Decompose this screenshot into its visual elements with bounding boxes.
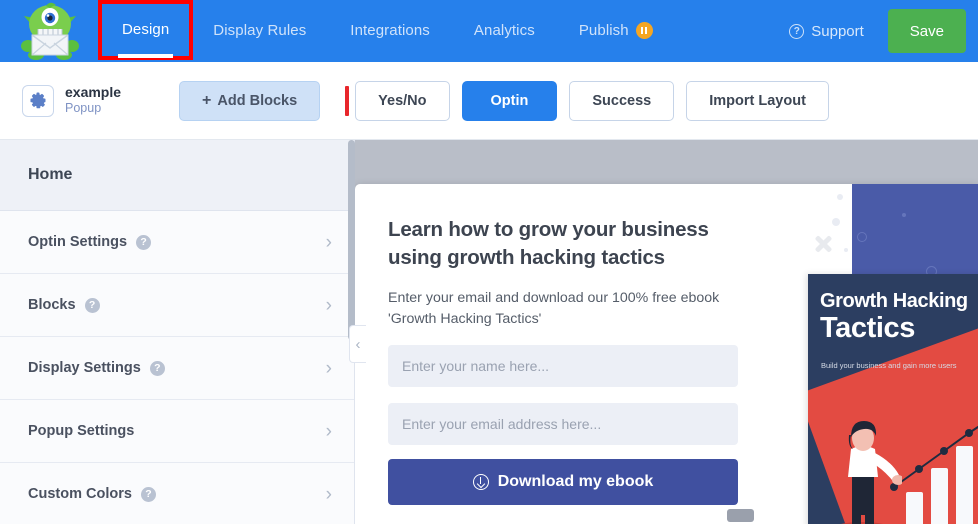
- nav-right-group: ? Support Save: [789, 0, 978, 62]
- preview-canvas: Learn how to grow your business using gr…: [355, 140, 978, 524]
- popup-subtext: Enter your email and download our 100% f…: [388, 290, 720, 327]
- sidebar-item-blocks-label: Blocks: [28, 297, 76, 313]
- sidebar-item-home[interactable]: Home: [0, 140, 354, 211]
- close-x-icon[interactable]: [813, 234, 833, 254]
- nav-tab-publish-label: Publish: [578, 22, 629, 39]
- chevron-right-icon: ›: [325, 294, 332, 316]
- gear-icon-glyph: [29, 92, 45, 109]
- chevron-right-icon: ›: [325, 420, 332, 442]
- download-cta-button[interactable]: Download my ebook: [388, 458, 738, 505]
- support-label: Support: [811, 22, 864, 40]
- decorative-ring: [857, 232, 867, 242]
- ebook-chart-bar: [906, 492, 923, 524]
- view-tab-optin[interactable]: Optin: [461, 80, 558, 121]
- sidebar-item-custom-colors-label: Custom Colors: [28, 486, 132, 502]
- chevron-left-icon: ‹: [355, 335, 361, 353]
- chevron-right-icon: ›: [325, 357, 332, 379]
- decorative-dot: [902, 213, 906, 217]
- help-icon[interactable]: ?: [149, 360, 165, 376]
- app-root: Design Display Rules Integrations Analyt…: [0, 0, 978, 524]
- add-blocks-button[interactable]: + Add Blocks: [179, 80, 321, 121]
- help-icon[interactable]: ?: [140, 486, 156, 502]
- sidebar-item-optin-settings-label: Optin Settings: [28, 234, 128, 250]
- decorative-dot: [837, 194, 843, 200]
- top-navigation-bar: Design Display Rules Integrations Analyt…: [0, 0, 978, 62]
- ebook-title-line2: Tactics: [820, 312, 915, 344]
- help-icon[interactable]: ?: [136, 234, 152, 250]
- nav-tab-display-rules-label: Display Rules: [213, 22, 307, 39]
- sidebar-item-popup-settings-label: Popup Settings: [28, 423, 135, 439]
- chevron-right-icon: ›: [325, 483, 332, 505]
- ebook-person-illustration-icon: [841, 421, 902, 524]
- decorative-blue-panel: [852, 184, 978, 280]
- chevron-right-icon: ›: [325, 231, 332, 253]
- canvas-horizontal-scrollbar[interactable]: [727, 509, 754, 522]
- toolbar-actions: + Add Blocks Yes/No Optin Success Import…: [179, 80, 829, 121]
- ebook-title: Growth Hacking Tactics: [820, 290, 978, 345]
- view-switcher: Yes/No Optin Success Import Layout: [345, 80, 829, 121]
- nav-tab-design-label: Design: [122, 20, 170, 38]
- download-circle-icon: [472, 473, 489, 490]
- campaign-text-group: example Popup: [65, 84, 121, 117]
- sidebar-item-optin-settings[interactable]: Optin Settings ? ›: [0, 211, 354, 274]
- plus-icon: +: [202, 91, 212, 109]
- popup-content-column: Learn how to grow your business using gr…: [355, 184, 780, 524]
- sidebar-item-popup-settings[interactable]: Popup Settings ›: [0, 400, 354, 463]
- email-input[interactable]: [388, 402, 738, 445]
- decorative-dot: [832, 218, 840, 226]
- sidebar-home-label: Home: [28, 166, 73, 183]
- nav-tab-integrations[interactable]: Integrations: [328, 0, 452, 62]
- nav-tab-analytics[interactable]: Analytics: [452, 0, 557, 62]
- nav-tab-list: Design Display Rules Integrations Analyt…: [97, 0, 789, 62]
- nav-tab-integrations-label: Integrations: [350, 22, 430, 39]
- add-blocks-label: Add Blocks: [217, 92, 298, 109]
- sidebar-collapse-toggle[interactable]: ‹: [349, 325, 366, 363]
- nav-tab-display-rules[interactable]: Display Rules: [191, 0, 328, 62]
- campaign-type: Popup: [65, 101, 102, 116]
- name-input[interactable]: [388, 344, 738, 387]
- import-layout-button[interactable]: Import Layout: [686, 80, 829, 121]
- nav-tab-analytics-label: Analytics: [473, 22, 535, 39]
- settings-sidebar: Home Optin Settings ? › Blocks ? › Displ…: [0, 140, 355, 524]
- help-icon[interactable]: ?: [84, 297, 100, 313]
- download-cta-label: Download my ebook: [497, 472, 654, 490]
- decorative-dot: [844, 248, 848, 252]
- nav-tab-design[interactable]: Design: [97, 0, 194, 60]
- sidebar-scrollbar-thumb[interactable]: [348, 140, 355, 340]
- popup-preview-card: Learn how to grow your business using gr…: [355, 184, 978, 524]
- question-circle-icon: ?: [789, 23, 805, 39]
- popup-headline: Learn how to grow your business using gr…: [388, 218, 709, 269]
- campaign-info[interactable]: example Popup: [0, 84, 121, 117]
- campaign-name: example: [65, 83, 122, 100]
- gear-icon[interactable]: [22, 84, 54, 117]
- app-logo[interactable]: [0, 0, 100, 62]
- ebook-title-line1: Growth Hacking: [820, 290, 968, 312]
- ebook-cover-image: Growth Hacking Tactics Build your busine…: [808, 274, 978, 524]
- ebook-subtitle: Build your business and gain more users: [821, 361, 957, 370]
- sidebar-item-blocks[interactable]: Blocks ? ›: [0, 274, 354, 337]
- view-tab-yes-no[interactable]: Yes/No: [355, 80, 450, 121]
- optinmonster-mascot-logo-icon: [21, 2, 79, 60]
- pause-badge-icon: [635, 21, 653, 39]
- save-button[interactable]: Save: [887, 9, 966, 53]
- support-link[interactable]: ? Support: [789, 23, 888, 40]
- yesno-red-marker-icon: [345, 85, 350, 116]
- view-tab-success[interactable]: Success: [569, 80, 675, 121]
- sidebar-item-custom-colors[interactable]: Custom Colors ? ›: [0, 463, 354, 524]
- nav-tab-publish[interactable]: Publish: [557, 0, 675, 62]
- editor-toolbar: example Popup + Add Blocks Yes/No Optin …: [0, 62, 978, 140]
- popup-artwork-column: Growth Hacking Tactics Build your busine…: [780, 184, 978, 524]
- sidebar-item-display-settings[interactable]: Display Settings ? ›: [0, 337, 354, 400]
- sidebar-item-display-settings-label: Display Settings: [28, 360, 141, 376]
